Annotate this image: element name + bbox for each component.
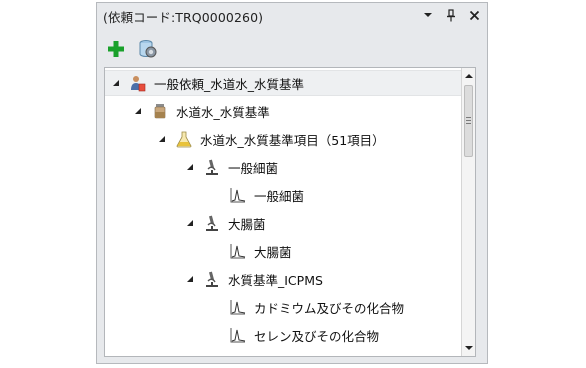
panel-toolbar — [105, 37, 159, 61]
collapse-triangle-icon[interactable] — [185, 162, 195, 172]
scroll-down-icon[interactable] — [462, 341, 475, 355]
tree-node-label: 一般細菌 — [228, 160, 279, 176]
tree-node-label: 一般依頼_水道水_水質基準 — [154, 76, 305, 92]
tree-node-label: カドミウム及びその化合物 — [254, 300, 405, 316]
chromatogram-icon — [229, 242, 247, 260]
database-icon — [139, 40, 157, 58]
microscope-icon — [203, 270, 221, 288]
tree-node-request[interactable]: 一般依頼_水道水_水質基準 — [105, 70, 462, 96]
title-controls — [421, 8, 481, 22]
tree-node-label: 一般細菌 — [254, 188, 305, 204]
scrollbar-thumb[interactable] — [464, 85, 473, 157]
microscope-icon — [203, 214, 221, 232]
container-icon — [151, 102, 169, 120]
chromatogram-icon — [229, 326, 247, 344]
tree-node-method[interactable]: 一般細菌 — [105, 154, 278, 180]
tree-node-label: 水道水_水質基準項目（51項目） — [200, 132, 385, 148]
tree-node-analyte[interactable]: セレン及びその化合物 — [105, 322, 379, 348]
tree-node-analyte[interactable]: カドミウム及びその化合物 — [105, 294, 404, 320]
chevron-down-icon[interactable] — [421, 8, 435, 22]
tree-node-sample[interactable]: 水道水_水質基準 — [105, 98, 270, 124]
tree-node-label: 大腸菌 — [254, 244, 292, 260]
tree-node-analyte[interactable]: 一般細菌 — [105, 182, 304, 208]
tree-node-analyte[interactable]: 大腸菌 — [105, 238, 292, 264]
plus-icon — [108, 41, 124, 57]
chromatogram-icon — [229, 186, 247, 204]
tree-node-label: 大腸菌 — [228, 216, 266, 232]
tree-view: 一般依頼_水道水_水質基準 水道水_水質基準 水道水_水質基準項目（51項目） … — [104, 67, 476, 357]
chromatogram-icon — [229, 298, 247, 316]
tree-node-label: セレン及びその化合物 — [254, 328, 380, 344]
database-button[interactable] — [137, 38, 159, 60]
flask-icon — [175, 130, 193, 148]
vertical-scrollbar[interactable] — [461, 68, 475, 356]
tree-node-method[interactable]: 水質基準_ICPMS — [105, 266, 323, 292]
collapse-triangle-icon[interactable] — [133, 106, 143, 116]
close-icon[interactable] — [467, 8, 481, 22]
add-button[interactable] — [105, 38, 127, 60]
collapse-triangle-icon[interactable] — [185, 274, 195, 284]
tree-node-method[interactable]: 大腸菌 — [105, 210, 266, 236]
tree-node-item-group[interactable]: 水道水_水質基準項目（51項目） — [105, 126, 385, 152]
scroll-up-icon[interactable] — [462, 69, 475, 83]
panel-title: (依頼コード:TRQ0000260) — [103, 9, 264, 25]
panel-titlebar: (依頼コード:TRQ0000260) — [97, 3, 487, 29]
tree-node-label: 水道水_水質基準 — [176, 104, 270, 120]
collapse-triangle-icon[interactable] — [111, 78, 121, 88]
person-request-icon — [129, 74, 147, 92]
microscope-icon — [203, 158, 221, 176]
pin-icon[interactable] — [444, 8, 458, 22]
analysis-panel: (依頼コード:TRQ0000260) 一般依頼_水道水_水質基準 水道水_水質基… — [96, 2, 488, 364]
collapse-triangle-icon[interactable] — [185, 218, 195, 228]
collapse-triangle-icon[interactable] — [157, 134, 167, 144]
tree-node-label: 水質基準_ICPMS — [228, 272, 323, 288]
